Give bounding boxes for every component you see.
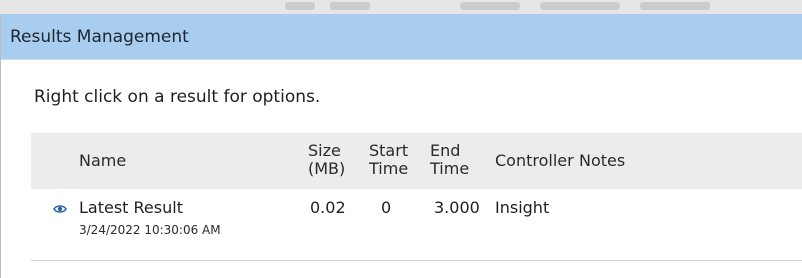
- column-header-start-time[interactable]: Start Time: [369, 142, 408, 178]
- title-bar[interactable]: Results Management: [1, 14, 802, 60]
- window-title: Results Management: [10, 26, 189, 47]
- result-name: Latest Result: [79, 198, 183, 217]
- table-header: Name Size (MB) Start Time End Time Contr…: [31, 133, 802, 189]
- result-size: 0.02: [310, 198, 346, 217]
- instruction-text: Right click on a result for options.: [34, 87, 321, 107]
- column-header-size[interactable]: Size (MB): [308, 142, 345, 178]
- column-header-end-time[interactable]: End Time: [430, 142, 469, 178]
- column-header-name[interactable]: Name: [79, 152, 126, 170]
- column-header-notes[interactable]: Notes: [579, 152, 625, 170]
- results-management-dialog: Results Management Right click on a resu…: [0, 14, 802, 278]
- results-table: Name Size (MB) Start Time End Time Contr…: [31, 133, 802, 249]
- result-end-time: 3.000: [434, 198, 480, 217]
- column-header-controller[interactable]: Controller: [495, 152, 574, 170]
- table-row[interactable]: Latest Result 3/24/2022 10:30:06 AM 0.02…: [31, 189, 802, 249]
- result-start-time: 0: [381, 198, 392, 217]
- result-date: 3/24/2022 10:30:06 AM: [79, 223, 221, 237]
- background-window-strip: [0, 0, 802, 14]
- eye-icon[interactable]: [53, 199, 67, 213]
- result-controller: Insight: [495, 198, 550, 217]
- dialog-content: Right click on a result for options. Nam…: [1, 60, 802, 278]
- table-divider: [31, 260, 802, 261]
